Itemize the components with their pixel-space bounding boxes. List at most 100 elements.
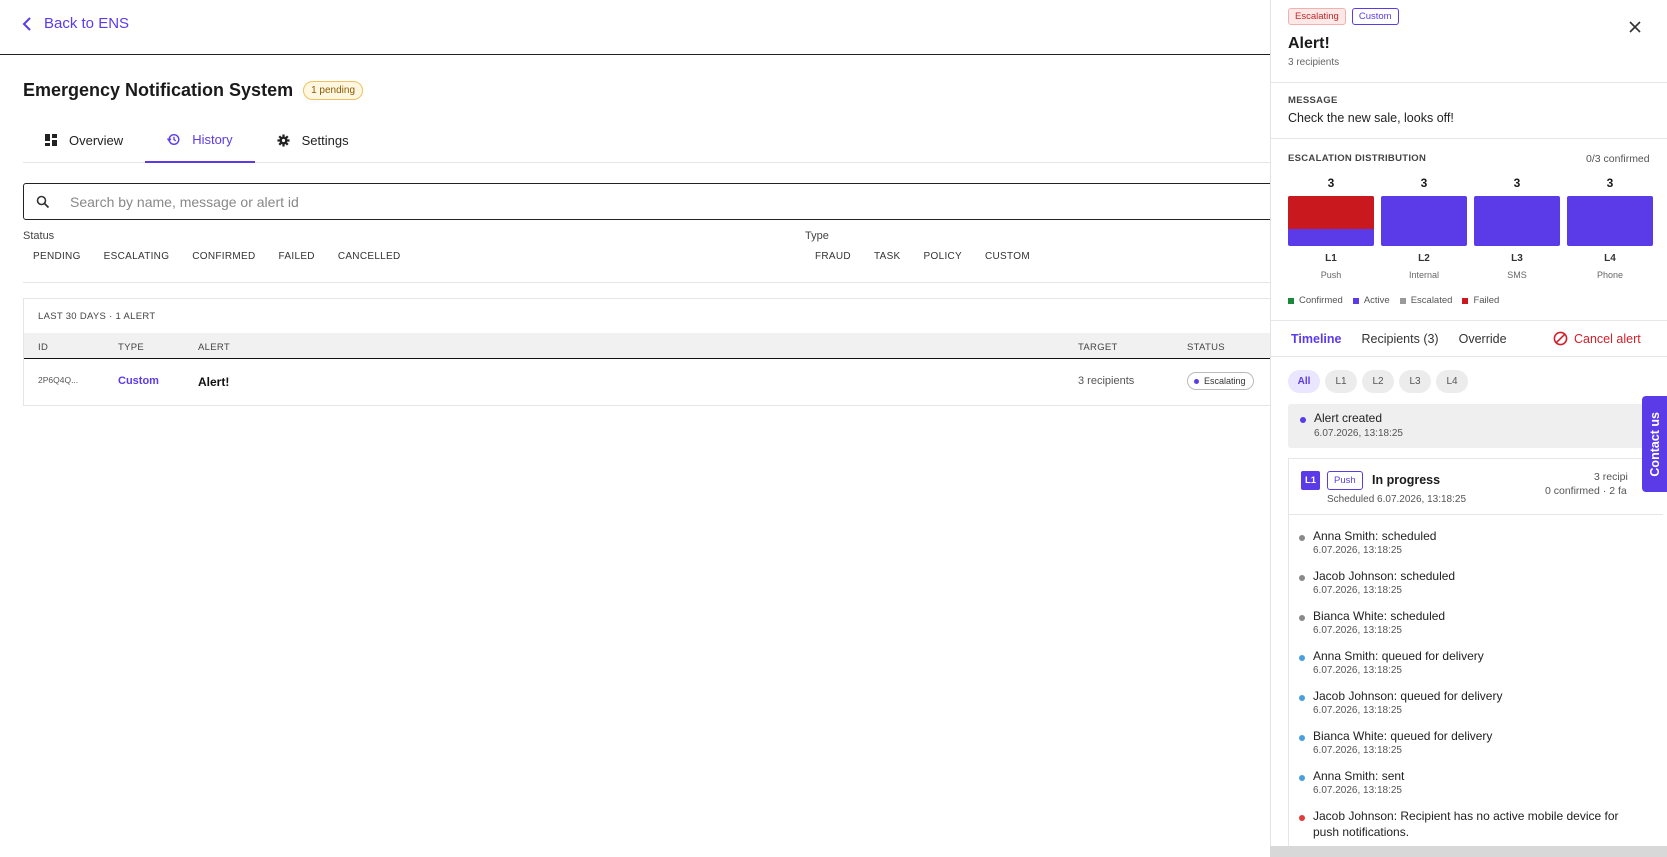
event-dot xyxy=(1299,695,1305,701)
status-chip-cancelled[interactable]: CANCELLED xyxy=(328,247,411,266)
event-time: 6.07.2026, 13:18:25 xyxy=(1313,785,1402,796)
title-row: Emergency Notification System 1 pending xyxy=(23,80,364,101)
level-bar xyxy=(1381,196,1467,246)
level-bar xyxy=(1567,196,1653,246)
pending-badge: 1 pending xyxy=(303,81,364,100)
level-bar xyxy=(1288,196,1374,246)
level-label: L3 xyxy=(1511,253,1523,264)
channel-badge: Push xyxy=(1327,471,1363,490)
event-text: Jacob Johnson: scheduled xyxy=(1313,569,1456,583)
event-dot xyxy=(1299,575,1305,581)
level-count: 3 xyxy=(1513,176,1521,190)
custom-badge: Custom xyxy=(1351,8,1399,25)
type-chip-task[interactable]: TASK xyxy=(864,247,911,266)
alert-message: Check the new sale, looks off! xyxy=(1288,111,1454,125)
event-dot xyxy=(1299,615,1305,621)
event-time: 6.07.2026, 13:18:25 xyxy=(1313,705,1402,716)
status-chip-failed[interactable]: FAILED xyxy=(269,247,325,266)
contact-us-label: Contact us xyxy=(1647,411,1662,477)
level-scheduled: Scheduled 6.07.2026, 13:18:25 xyxy=(1327,494,1467,505)
alert-detail-panel: Escalating Custom Alert! 3 recipients ME… xyxy=(1270,0,1667,857)
tab-settings[interactable]: Settings xyxy=(255,117,371,163)
channel-label: Push xyxy=(1320,270,1342,280)
legend-label: Active xyxy=(1363,295,1390,306)
level-filter-l4[interactable]: L4 xyxy=(1436,370,1468,393)
level-state: In progress xyxy=(1372,473,1441,487)
level-filter-l2[interactable]: L2 xyxy=(1362,370,1394,393)
event-dot xyxy=(1299,815,1305,821)
event-time: 6.07.2026, 13:18:25 xyxy=(1313,545,1402,556)
tab-overview[interactable]: Overview xyxy=(23,117,145,163)
level-bar-l3: 3 L3 SMS xyxy=(1474,176,1560,280)
event-time: 6.07.2026, 13:18:25 xyxy=(1313,665,1402,676)
type-chip-fraud[interactable]: FRAUD xyxy=(805,247,861,266)
status-filters: PENDING ESCALATING CONFIRMED FAILED CANC… xyxy=(23,247,414,266)
main-content: Back to ENS Emergency Notification Syste… xyxy=(0,0,1283,857)
level-filter-all[interactable]: All xyxy=(1288,370,1320,393)
tab-label: Settings xyxy=(301,132,349,148)
status-chip-confirmed[interactable]: CONFIRMED xyxy=(182,247,265,266)
divider xyxy=(1271,82,1667,83)
tab-timeline[interactable]: Timeline xyxy=(1291,321,1341,357)
level-label: L4 xyxy=(1604,253,1616,264)
level-filter-l3[interactable]: L3 xyxy=(1399,370,1431,393)
event-dot xyxy=(1299,655,1305,661)
horizontal-scrollbar[interactable] xyxy=(1270,846,1667,857)
event-text-continued: push notifications. xyxy=(1313,825,1410,839)
legend-swatch xyxy=(1352,297,1359,304)
table-header-row: ID TYPE ALERT TARGET STATUS xyxy=(24,333,1283,359)
type-chip-custom[interactable]: CUSTOM xyxy=(975,247,1040,266)
level-recipients: 3 recipi xyxy=(1594,471,1628,483)
legend-active: Active xyxy=(1352,295,1390,306)
back-link[interactable]: Back to ENS xyxy=(22,15,129,32)
contact-us-button[interactable]: Contact us xyxy=(1642,396,1667,492)
distribution-label: ESCALATION DISTRIBUTION xyxy=(1288,153,1427,164)
type-chip-policy[interactable]: POLICY xyxy=(914,247,972,266)
event-time: 6.07.2026, 13:18:25 xyxy=(1313,585,1402,596)
event-text: Anna Smith: queued for delivery xyxy=(1313,649,1484,663)
table-row[interactable]: 2P6Q4Q... Custom Alert! 3 recipients Esc… xyxy=(24,359,1283,405)
status-dot xyxy=(1194,378,1199,384)
timeline-events: Anna Smith: scheduled 6.07.2026, 13:18:2… xyxy=(1288,515,1663,857)
escalating-badge: Escalating xyxy=(1288,8,1346,25)
message-label: MESSAGE xyxy=(1288,95,1338,106)
close-icon xyxy=(1629,21,1641,33)
legend-label: Escalated xyxy=(1410,295,1453,306)
alerts-table: LAST 30 DAYS · 1 ALERT ID TYPE ALERT TAR… xyxy=(23,298,1283,406)
level-bar xyxy=(1474,196,1560,246)
filters-divider xyxy=(23,282,1270,283)
event-text: Jacob Johnson: queued for delivery xyxy=(1313,689,1503,703)
level-count: 3 xyxy=(1327,176,1335,190)
search-input[interactable] xyxy=(70,193,1070,210)
level-summary: 0 confirmed · 2 fa xyxy=(1545,485,1627,497)
tab-label: History xyxy=(192,131,233,147)
legend-swatch xyxy=(1288,297,1294,304)
tab-override[interactable]: Override xyxy=(1459,321,1507,357)
tab-recipients[interactable]: Recipients (3) xyxy=(1361,321,1438,357)
legend-failed: Failed xyxy=(1462,295,1499,306)
divider xyxy=(1271,356,1667,357)
event-dot xyxy=(1299,735,1305,741)
list-item: Anna Smith: scheduled 6.07.2026, 13:18:2… xyxy=(1289,529,1664,569)
panel-title: Alert! xyxy=(1288,35,1330,52)
tab-history[interactable]: History xyxy=(145,117,255,163)
level-filter-chips: All L1 L2 L3 L4 xyxy=(1288,370,1473,393)
cell-id: 2P6Q4Q... xyxy=(38,375,79,385)
level-filter-l1[interactable]: L1 xyxy=(1325,370,1357,393)
event-dot xyxy=(1300,417,1306,423)
alert-created-event: Alert created 6.07.2026, 13:18:25 xyxy=(1288,404,1663,448)
list-item: Jacob Johnson: Recipient has no active m… xyxy=(1289,809,1664,849)
channel-label: Internal xyxy=(1408,270,1440,280)
status-chip-pending[interactable]: PENDING xyxy=(23,247,91,266)
level-count: 3 xyxy=(1606,176,1614,190)
back-label: Back to ENS xyxy=(44,15,130,32)
distribution-legend: Confirmed Active Escalated Failed xyxy=(1288,295,1509,306)
level-bar-l2: 3 L2 Internal xyxy=(1381,176,1467,280)
legend-swatch xyxy=(1399,297,1406,304)
event-text: Bianca White: queued for delivery xyxy=(1313,729,1493,743)
cancel-alert-button[interactable]: Cancel alert xyxy=(1553,331,1641,346)
close-button[interactable] xyxy=(1629,20,1641,38)
type-filter-label: Type xyxy=(805,230,829,242)
status-chip-escalating[interactable]: ESCALATING xyxy=(94,247,180,266)
list-item: Bianca White: queued for delivery 6.07.2… xyxy=(1289,729,1664,769)
